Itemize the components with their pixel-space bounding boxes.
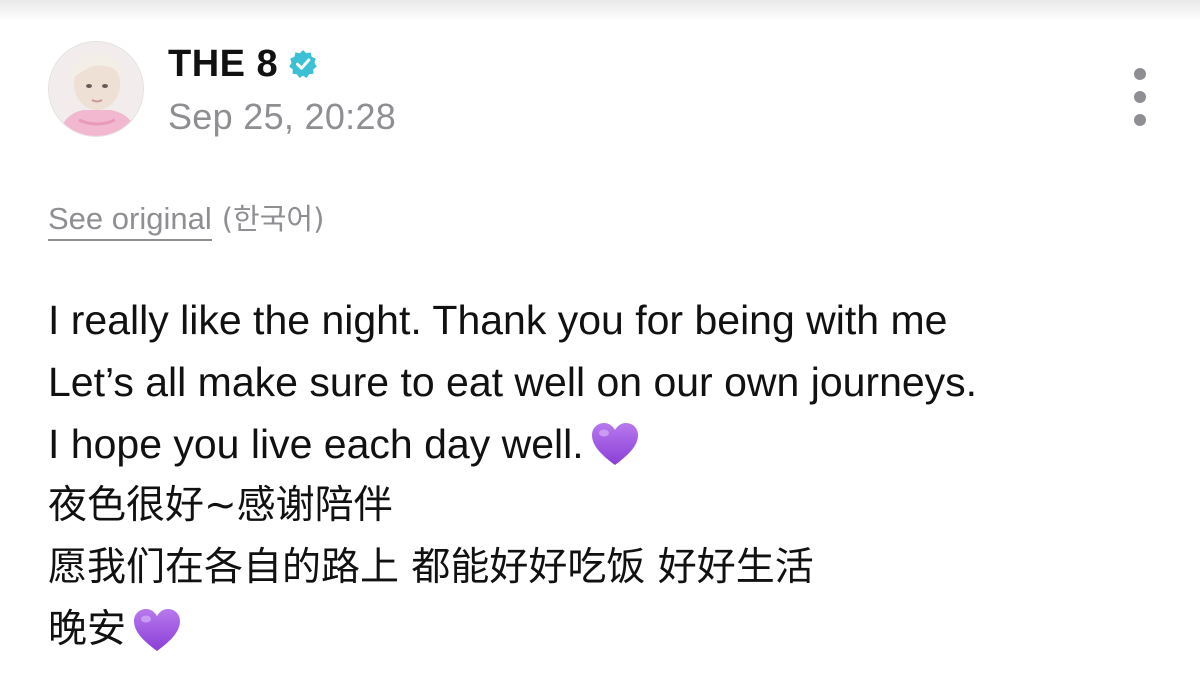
- post-line-text: 晚安: [48, 607, 127, 652]
- more-options-button[interactable]: [1122, 64, 1158, 130]
- author-avatar[interactable]: [48, 41, 144, 137]
- post-line: Let’s all make sure to eat well on our o…: [48, 351, 1168, 413]
- post-line: 晚安: [48, 599, 1168, 661]
- post-line: I really like the night. Thank you for b…: [48, 289, 1168, 351]
- original-language-label: (한국어): [221, 202, 325, 236]
- author-name[interactable]: THE 8: [168, 43, 278, 86]
- post-timestamp: Sep 25, 20:28: [168, 96, 397, 137]
- more-options-icon-dot: [1134, 114, 1146, 126]
- post-line: 夜色很好~感谢陪伴: [48, 475, 1168, 537]
- avatar-image: [49, 42, 143, 136]
- post-card: THE 8 Sep 25, 20:28 See original (한국어) I…: [0, 0, 1200, 673]
- translation-row: See original (한국어): [48, 196, 324, 241]
- post-body: I really like the night. Thank you for b…: [48, 289, 1168, 661]
- purple-heart-icon: [132, 607, 182, 653]
- post-line: 愿我们在各自的路上 都能好好吃饭 好好生活: [48, 537, 1168, 599]
- more-options-icon-dot: [1134, 91, 1146, 103]
- more-options-icon: [1134, 68, 1146, 80]
- post-line-text: 夜色很好~感谢陪伴: [48, 483, 393, 528]
- post-line-text: Let’s all make sure to eat well on our o…: [48, 359, 978, 405]
- post-line-text: I really like the night. Thank you for b…: [48, 297, 948, 343]
- author-name-row: THE 8: [168, 42, 318, 86]
- post-line-text: I hope you live each day well.: [48, 421, 584, 467]
- post-line-text: 愿我们在各自的路上 都能好好吃饭 好好生活: [48, 545, 814, 590]
- post-line: I hope you live each day well.: [48, 413, 1168, 475]
- see-original-link[interactable]: See original: [48, 201, 212, 241]
- verified-badge-icon: [288, 49, 318, 79]
- purple-heart-icon: [590, 421, 640, 467]
